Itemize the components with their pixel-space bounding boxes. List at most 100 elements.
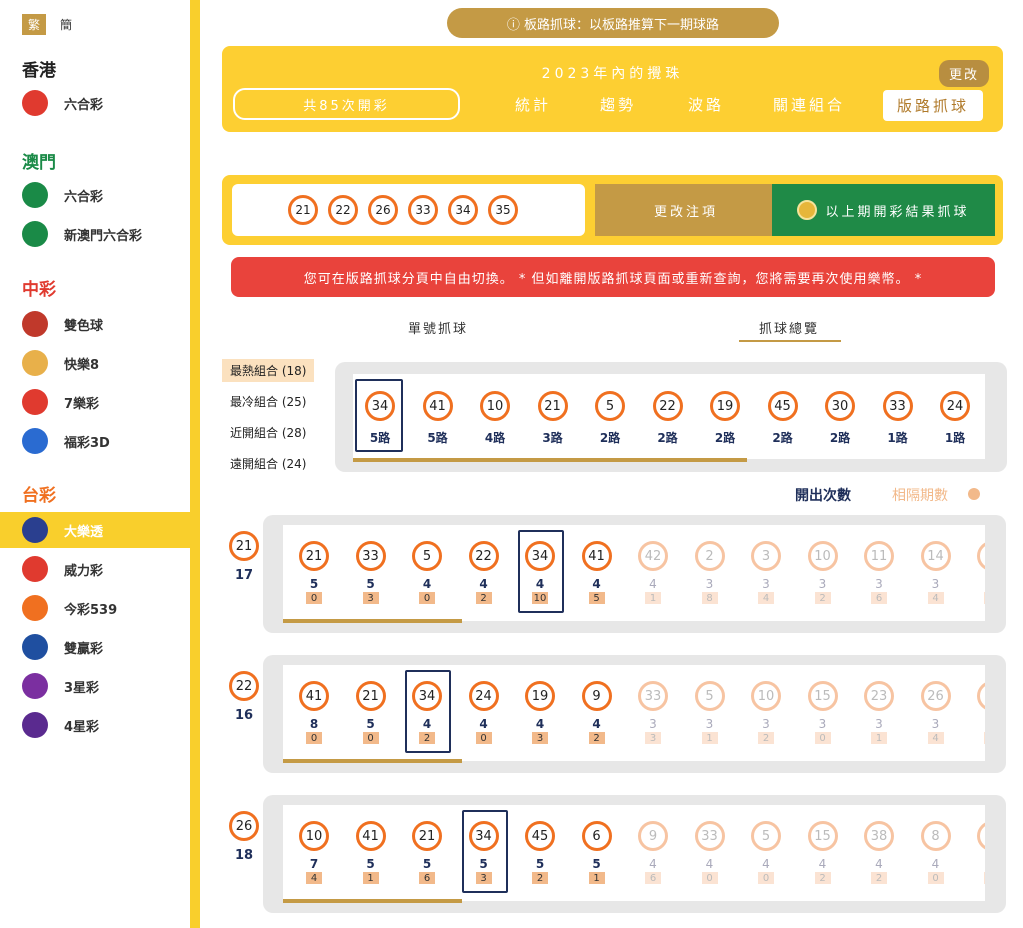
number-ball[interactable]: 45 (767, 391, 798, 421)
row-scrollbar[interactable] (283, 759, 462, 763)
number-ball[interactable]: 38 (864, 821, 894, 851)
number-ball[interactable]: 21 (355, 681, 386, 711)
tab-catch-overview[interactable]: 抓球總覽 (759, 318, 819, 337)
sidebar-item[interactable]: 今彩539 (0, 590, 190, 626)
number-ball[interactable]: 26 (920, 681, 951, 711)
lang-simplified[interactable]: 簡 (60, 16, 72, 33)
row-scrollbar[interactable] (283, 899, 462, 903)
combo-coldest[interactable]: 最冷組合 (25) (222, 390, 314, 413)
row-main-ball[interactable]: 22 (229, 671, 259, 701)
edit-button[interactable]: 更改 (938, 60, 989, 87)
result-row-list[interactable]: 41 8 0 21 5 0 34 4 2 24 4 0 19 4 3 9 4 2 33 3 3 5 3 1 10 3 2 15 3 0 23… (283, 665, 985, 761)
sidebar-divider (190, 0, 200, 928)
result-row-list[interactable]: 21 5 0 33 5 3 5 4 0 22 4 2 34 4 10 41 4 5 42 4 1 2 3 8 3 3 4 10 3 2 11… (283, 525, 985, 621)
combo-distant[interactable]: 遠開組合 (24) (222, 452, 314, 475)
number-ball[interactable]: 9 (638, 821, 668, 851)
number-ball[interactable]: 30 (825, 391, 855, 421)
number-ball[interactable]: 4 (977, 821, 985, 851)
row-main-ball[interactable]: 21 (229, 531, 259, 561)
number-ball[interactable]: 42 (638, 541, 668, 571)
number-ball[interactable]: 41 (299, 681, 329, 711)
number-ball[interactable]: 33 (694, 821, 725, 851)
number-ball[interactable]: 8 (920, 821, 951, 851)
result-row-list[interactable]: 10 7 4 41 5 1 21 5 6 34 5 3 45 5 2 6 5 1 9 4 6 33 4 0 5 4 0 15 4 2 38 4… (283, 805, 985, 901)
number-ball[interactable]: 19 (525, 681, 555, 711)
selected-highlight (405, 670, 451, 753)
appearance-count: 4 (592, 717, 601, 731)
gap-count: 3 (362, 592, 379, 604)
number-ball[interactable]: 9 (581, 681, 612, 711)
number-ball[interactable]: 4 (977, 681, 985, 711)
number-ball[interactable]: 15 (807, 821, 838, 851)
gap-count: 1 (588, 872, 605, 884)
appearance-count: 3 (705, 717, 714, 731)
number-ball[interactable]: 5 (751, 821, 781, 851)
appearance-count: 3 (818, 717, 827, 731)
summary-list[interactable]: 34 5路 41 5路 10 4路 21 3路 5 2路 22 2路 19 2路 45 2路 30 2路 33 1路 2… (353, 374, 985, 459)
sidebar-item[interactable]: 六合彩 (0, 85, 190, 121)
number-ball[interactable]: 22 (468, 541, 499, 571)
number-ball[interactable]: 2 (694, 541, 725, 571)
number-ball[interactable]: 23 (864, 681, 894, 711)
language-switch: 繁 簡 (22, 14, 72, 35)
number-ball[interactable]: 41 (355, 821, 386, 851)
number-ball[interactable]: 24 (468, 681, 499, 711)
number-ball[interactable]: 1 (977, 541, 985, 571)
number-ball[interactable]: 10 (480, 391, 510, 421)
number-ball[interactable]: 41 (581, 541, 612, 571)
tab-statistics[interactable]: 統計 (515, 94, 551, 115)
draw-count-button[interactable]: 共85次開彩 (233, 88, 460, 120)
number-ball[interactable]: 24 (940, 391, 970, 421)
number-ball[interactable]: 21 (537, 391, 568, 421)
number-ball[interactable]: 19 (710, 391, 740, 421)
number-ball[interactable]: 45 (525, 821, 555, 851)
change-picks-button[interactable]: 更改注項 (595, 184, 777, 236)
sidebar-item[interactable]: 雙色球 (0, 306, 190, 342)
row-scrollbar[interactable] (283, 619, 462, 623)
number-ball[interactable]: 10 (299, 821, 329, 851)
number-ball[interactable]: 11 (864, 541, 894, 571)
number-ball[interactable]: 5 (694, 681, 725, 711)
number-ball[interactable]: 41 (422, 391, 453, 421)
number-ball[interactable]: 3 (751, 541, 781, 571)
appearance-count: 5 (366, 717, 375, 731)
sidebar-item[interactable]: 7樂彩 (0, 384, 190, 420)
appearance-count: 3 (931, 577, 940, 591)
three-star-icon (22, 673, 48, 699)
number-ball[interactable]: 15 (807, 681, 838, 711)
number-ball[interactable]: 21 (412, 821, 442, 851)
tab-trend[interactable]: 趨勢 (600, 94, 636, 115)
number-ball[interactable]: 10 (807, 541, 838, 571)
combo-hottest[interactable]: 最熱組合 (18) (222, 359, 315, 382)
tab-pattern-catch[interactable]: 版路抓球 (883, 90, 984, 121)
number-ball[interactable]: 14 (920, 541, 951, 571)
sidebar-item[interactable]: 福彩3D (0, 423, 190, 459)
tab-related[interactable]: 關連組合 (773, 94, 845, 115)
sidebar-item[interactable]: 4星彩 (0, 707, 190, 743)
macau-new-icon (22, 221, 48, 247)
sidebar-item[interactable]: 快樂8 (0, 345, 190, 381)
tab-wave[interactable]: 波路 (688, 94, 724, 115)
sidebar-item[interactable]: 新澳門六合彩 (0, 216, 190, 252)
tab-single-catch[interactable]: 單號抓球 (408, 318, 468, 337)
row-main-ball[interactable]: 26 (229, 811, 259, 841)
number-ball[interactable]: 5 (412, 541, 442, 571)
appearance-count: 4 (422, 577, 432, 591)
lang-traditional[interactable]: 繁 (22, 14, 47, 35)
number-ball[interactable]: 21 (299, 541, 329, 571)
number-ball[interactable]: 10 (751, 681, 781, 711)
combo-recent[interactable]: 近開組合 (28) (222, 421, 314, 444)
number-ball[interactable]: 33 (355, 541, 386, 571)
number-ball[interactable]: 6 (581, 821, 612, 851)
catch-last-result-button[interactable]: 以上期開彩結果抓球 (772, 184, 995, 236)
number-ball[interactable]: 22 (652, 391, 683, 421)
number-ball[interactable]: 5 (595, 391, 625, 421)
sidebar-item[interactable]: 雙贏彩 (0, 629, 190, 665)
sidebar-item[interactable]: 3星彩 (0, 668, 190, 704)
sidebar-item[interactable]: 六合彩 (0, 177, 190, 213)
sidebar-item[interactable]: 大樂透 (0, 512, 190, 548)
summary-scrollbar[interactable] (353, 458, 747, 462)
number-ball[interactable]: 33 (638, 681, 668, 711)
number-ball[interactable]: 33 (882, 391, 913, 421)
sidebar-item[interactable]: 威力彩 (0, 551, 190, 587)
